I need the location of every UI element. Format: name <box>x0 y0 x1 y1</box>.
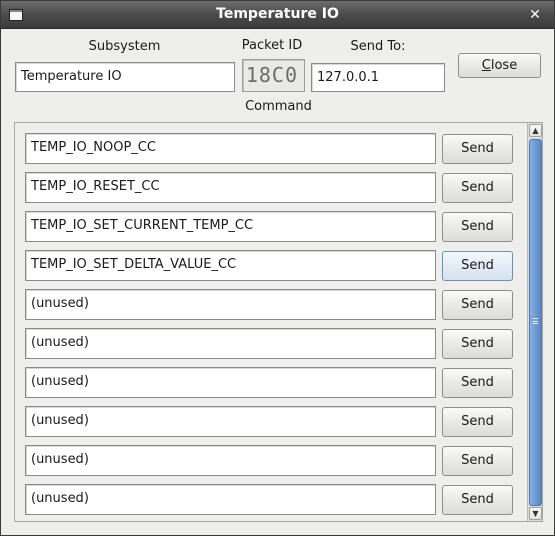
temperature-io-window: Temperature IO ✕ Subsystem Temperature I… <box>0 0 555 536</box>
scrollbar-thumb[interactable] <box>529 139 542 506</box>
command-label: Command <box>245 99 312 114</box>
command-name-field[interactable]: (unused) <box>25 484 436 515</box>
close-button-mnemonic: C <box>481 58 491 73</box>
send-button[interactable]: Send <box>442 368 513 398</box>
send-button[interactable]: Send <box>442 134 513 164</box>
subsystem-field[interactable]: Temperature IO <box>15 62 235 92</box>
close-button-label: lose <box>490 58 518 73</box>
command-name-field[interactable]: TEMP_IO_RESET_CC <box>25 172 436 203</box>
command-row: (unused) Send <box>15 367 525 406</box>
send-button[interactable]: Send <box>442 329 513 359</box>
command-name-field[interactable]: (unused) <box>25 289 436 320</box>
title-bar[interactable]: Temperature IO ✕ <box>1 1 554 29</box>
command-row: (unused) Send <box>15 328 525 367</box>
send-button[interactable]: Send <box>442 485 513 515</box>
send-button[interactable]: Send <box>442 212 513 242</box>
command-row: TEMP_IO_NOOP_CC Send <box>15 133 525 172</box>
packet-id-display: 18C0 <box>242 59 305 92</box>
command-row: (unused) Send <box>15 289 525 328</box>
vertical-scrollbar[interactable]: ▲ ▼ <box>527 123 542 521</box>
window-close-icon[interactable]: ✕ <box>526 6 544 24</box>
command-row: (unused) Send <box>15 484 525 521</box>
command-row: TEMP_IO_SET_DELTA_VALUE_CC Send <box>15 250 525 289</box>
command-name-field[interactable]: (unused) <box>25 445 436 476</box>
send-to-field[interactable]: 127.0.0.1 <box>311 63 445 92</box>
packet-id-label: Packet ID <box>241 38 303 53</box>
scroll-down-icon[interactable]: ▼ <box>529 507 542 520</box>
command-name-field[interactable]: TEMP_IO_SET_CURRENT_TEMP_CC <box>25 211 436 242</box>
subsystem-label: Subsystem <box>88 39 161 54</box>
command-name-field[interactable]: (unused) <box>25 406 436 437</box>
command-list[interactable]: TEMP_IO_NOOP_CC Send TEMP_IO_RESET_CC Send T… <box>14 122 543 522</box>
send-to-label: Send To: <box>350 39 406 54</box>
command-row: (unused) Send <box>15 445 525 484</box>
grip-icon <box>533 318 538 324</box>
send-button[interactable]: Send <box>442 290 513 320</box>
command-row: TEMP_IO_RESET_CC Send <box>15 172 525 211</box>
command-row: (unused) Send <box>15 406 525 445</box>
command-name-field[interactable]: (unused) <box>25 328 436 359</box>
scroll-up-icon[interactable]: ▲ <box>529 124 542 137</box>
send-button[interactable]: Send <box>442 446 513 476</box>
command-row: TEMP_IO_SET_CURRENT_TEMP_CC Send <box>15 211 525 250</box>
send-button[interactable]: Send <box>442 173 513 203</box>
window-title: Temperature IO <box>216 6 339 22</box>
command-name-field[interactable]: TEMP_IO_SET_DELTA_VALUE_CC <box>25 250 436 281</box>
send-button[interactable]: Send <box>442 407 513 437</box>
send-button[interactable]: Send <box>442 251 513 281</box>
command-name-field[interactable]: (unused) <box>25 367 436 398</box>
close-button[interactable]: Close <box>458 53 541 78</box>
command-name-field[interactable]: TEMP_IO_NOOP_CC <box>25 133 436 164</box>
